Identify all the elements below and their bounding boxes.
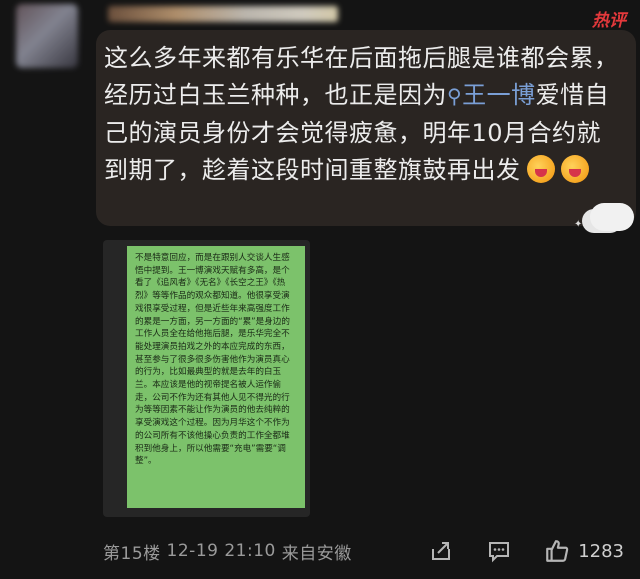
share-icon [432,542,451,560]
comment-text: 这么多年来都有乐华在后面拖后腿是谁都会累，经历过白玉兰种种，也正是因为⚲王一博爱… [104,40,624,189]
comment-footer: 第15楼 12-19 21:10 来自安徽 1283 [103,537,624,565]
location: 来自安徽 [281,543,352,564]
note-text: 不是特意回应，而是在跟别人交谈人生感悟中提到。王一博演戏天赋有多高，是个看了《追… [127,246,305,508]
hug-emoji [526,155,555,183]
floor-label: 第15楼 [103,543,161,564]
comment-icon [489,542,510,563]
avatar[interactable] [16,4,78,68]
search-icon: ⚲ [447,84,463,108]
like-button[interactable]: 1283 [544,538,624,564]
cloud-sticker-icon [574,203,634,231]
username[interactable] [108,6,338,22]
share-button[interactable] [428,538,454,564]
reply-button[interactable] [486,538,512,564]
like-count: 1283 [578,540,624,562]
hot-comment-badge: 热评 [592,11,626,31]
timestamp: 12-19 21:10 [166,541,276,561]
hug-emoji [560,155,589,183]
mention-name: 王一博 [462,81,536,109]
comment-actions: 1283 [396,538,624,564]
mention-link[interactable]: ⚲王一博 [447,81,536,109]
thumbs-up-icon [546,540,569,562]
